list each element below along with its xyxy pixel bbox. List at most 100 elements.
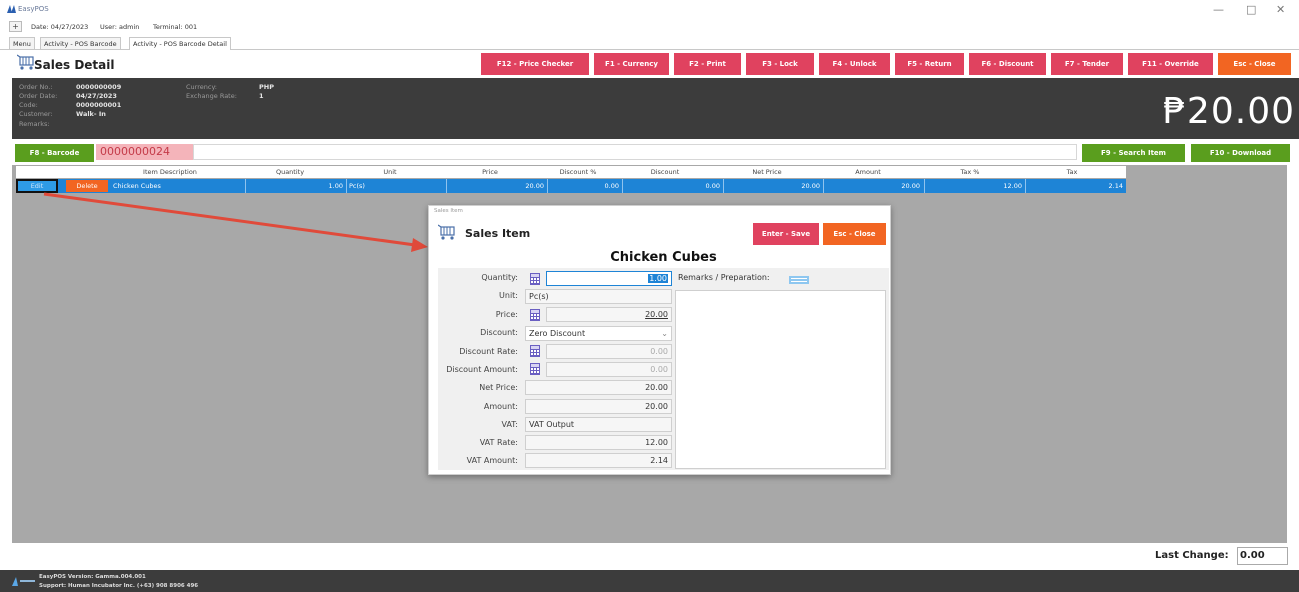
company-logo-icon: [12, 577, 35, 586]
col-quantity[interactable]: Quantity: [250, 168, 330, 176]
order-no-value: 0000000009: [76, 83, 122, 91]
minimize-button[interactable]: —: [1213, 3, 1224, 16]
dialog-window-title: Sales Item: [434, 208, 463, 214]
order-date-value: 04/27/2023: [76, 92, 117, 100]
col-separator: [924, 179, 925, 193]
amount-field: 20.00: [525, 399, 672, 414]
calculator-icon[interactable]: [529, 363, 541, 375]
discount-select[interactable]: Zero Discount ⌄: [525, 326, 672, 341]
override-button[interactable]: F11 - Override: [1128, 53, 1213, 75]
discount-button[interactable]: F6 - Discount: [969, 53, 1046, 75]
col-discount-pct[interactable]: Discount %: [538, 168, 618, 176]
col-net-price[interactable]: Net Price: [727, 168, 807, 176]
tab-pos-barcode[interactable]: Activity - POS Barcode: [40, 37, 121, 49]
chevron-down-icon: ⌄: [661, 329, 668, 338]
discount-label: Discount:: [480, 328, 518, 337]
date-text: Date: 04/27/2023: [31, 23, 89, 31]
discount-amount-label: Discount Amount:: [446, 365, 518, 374]
tab-pos-barcode-detail[interactable]: Activity - POS Barcode Detail: [129, 37, 231, 50]
customer-label: Customer:: [19, 110, 53, 118]
order-date-label: Order Date:: [19, 92, 58, 100]
cell-quantity: 1.00: [328, 182, 343, 190]
col-tax[interactable]: Tax: [1032, 168, 1112, 176]
add-tab-button[interactable]: +: [9, 21, 22, 32]
quantity-value: 1.00: [648, 274, 668, 283]
vat-amount-field: 2.14: [525, 453, 672, 468]
cell-net-price: 20.00: [801, 182, 820, 190]
discount-rate-label: Discount Rate:: [459, 347, 518, 356]
save-button[interactable]: Enter - Save: [753, 223, 819, 245]
col-item-description[interactable]: Item Description: [110, 168, 230, 176]
price-checker-button[interactable]: F12 - Price Checker: [481, 53, 589, 75]
col-separator: [622, 179, 623, 193]
col-unit[interactable]: Unit: [350, 168, 430, 176]
close-button[interactable]: Esc - Close: [1218, 53, 1291, 75]
calculator-icon[interactable]: [529, 345, 541, 357]
cell-amount: 20.00: [901, 182, 920, 190]
discount-rate-input[interactable]: 0.00: [546, 344, 672, 359]
remarks-preparation-label: Remarks / Preparation:: [678, 273, 770, 282]
cell-price: 20.00: [525, 182, 544, 190]
window-titlebar: EasyPOS — □ ✕: [0, 0, 1299, 20]
col-separator: [245, 179, 246, 193]
quantity-input[interactable]: 1.00: [546, 271, 672, 286]
price-input[interactable]: 20.00: [546, 307, 672, 322]
keyboard-icon[interactable]: [789, 274, 809, 284]
vat-amount-label: VAT Amount:: [466, 456, 518, 465]
cell-unit: Pc(s): [349, 182, 365, 190]
vat-rate-label: VAT Rate:: [479, 438, 518, 447]
print-button[interactable]: F2 - Print: [674, 53, 741, 75]
discount-amount-input[interactable]: 0.00: [546, 362, 672, 377]
close-window-button[interactable]: ✕: [1276, 3, 1285, 16]
col-separator: [346, 179, 347, 193]
col-discount[interactable]: Discount: [625, 168, 705, 176]
net-price-field: 20.00: [525, 380, 672, 395]
remarks-textarea[interactable]: [675, 290, 886, 469]
edit-row-button[interactable]: Edit: [16, 179, 58, 193]
net-price-label: Net Price:: [479, 383, 518, 392]
last-change-label: Last Change:: [1155, 550, 1229, 561]
shopping-cart-icon: [17, 54, 34, 70]
code-label: Code:: [19, 101, 38, 109]
delete-row-button[interactable]: Delete: [66, 180, 108, 192]
cell-discount: 0.00: [705, 182, 720, 190]
barcode-input-field[interactable]: [193, 144, 1077, 160]
support-text: Support: Human Incubator Inc. (+63) 908 …: [39, 583, 199, 589]
col-separator: [446, 179, 447, 193]
currency-value: PHP: [259, 83, 274, 91]
tender-button[interactable]: F7 - Tender: [1051, 53, 1123, 75]
barcode-button[interactable]: F8 - Barcode: [15, 144, 94, 162]
unlock-button[interactable]: F4 - Unlock: [819, 53, 890, 75]
remarks-label: Remarks:: [19, 120, 50, 128]
vat-field: VAT Output: [525, 417, 672, 432]
unit-field: Pc(s): [525, 289, 672, 304]
quantity-label: Quantity:: [481, 273, 518, 282]
shopping-cart-icon: [438, 224, 455, 240]
calculator-icon[interactable]: [529, 273, 541, 285]
discount-select-value: Zero Discount: [529, 329, 586, 338]
lock-button[interactable]: F3 - Lock: [746, 53, 814, 75]
download-button[interactable]: F10 - Download: [1191, 144, 1290, 162]
col-amount[interactable]: Amount: [828, 168, 908, 176]
app-logo-icon: [7, 5, 16, 13]
currency-button[interactable]: F1 - Currency: [594, 53, 669, 75]
vat-label: VAT:: [501, 420, 518, 429]
terminal-text: Terminal: 001: [153, 23, 198, 31]
return-button[interactable]: F5 - Return: [895, 53, 964, 75]
col-tax-pct[interactable]: Tax %: [930, 168, 1010, 176]
col-separator: [723, 179, 724, 193]
col-separator: [1025, 179, 1026, 193]
currency-label: Currency:: [186, 83, 218, 91]
calculator-icon[interactable]: [529, 309, 541, 321]
col-separator: [823, 179, 824, 193]
search-item-button[interactable]: F9 - Search Item: [1082, 144, 1185, 162]
maximize-button[interactable]: □: [1246, 3, 1256, 16]
order-total: ₱20.00: [1163, 91, 1295, 132]
barcode-input[interactable]: 0000000024: [96, 144, 193, 160]
tab-menu[interactable]: Menu: [9, 37, 35, 49]
cell-discount-pct: 0.00: [604, 182, 619, 190]
page-title: Sales Detail: [34, 58, 115, 72]
col-price[interactable]: Price: [450, 168, 530, 176]
unit-label: Unit:: [499, 291, 518, 300]
dialog-close-button[interactable]: Esc - Close: [823, 223, 886, 245]
